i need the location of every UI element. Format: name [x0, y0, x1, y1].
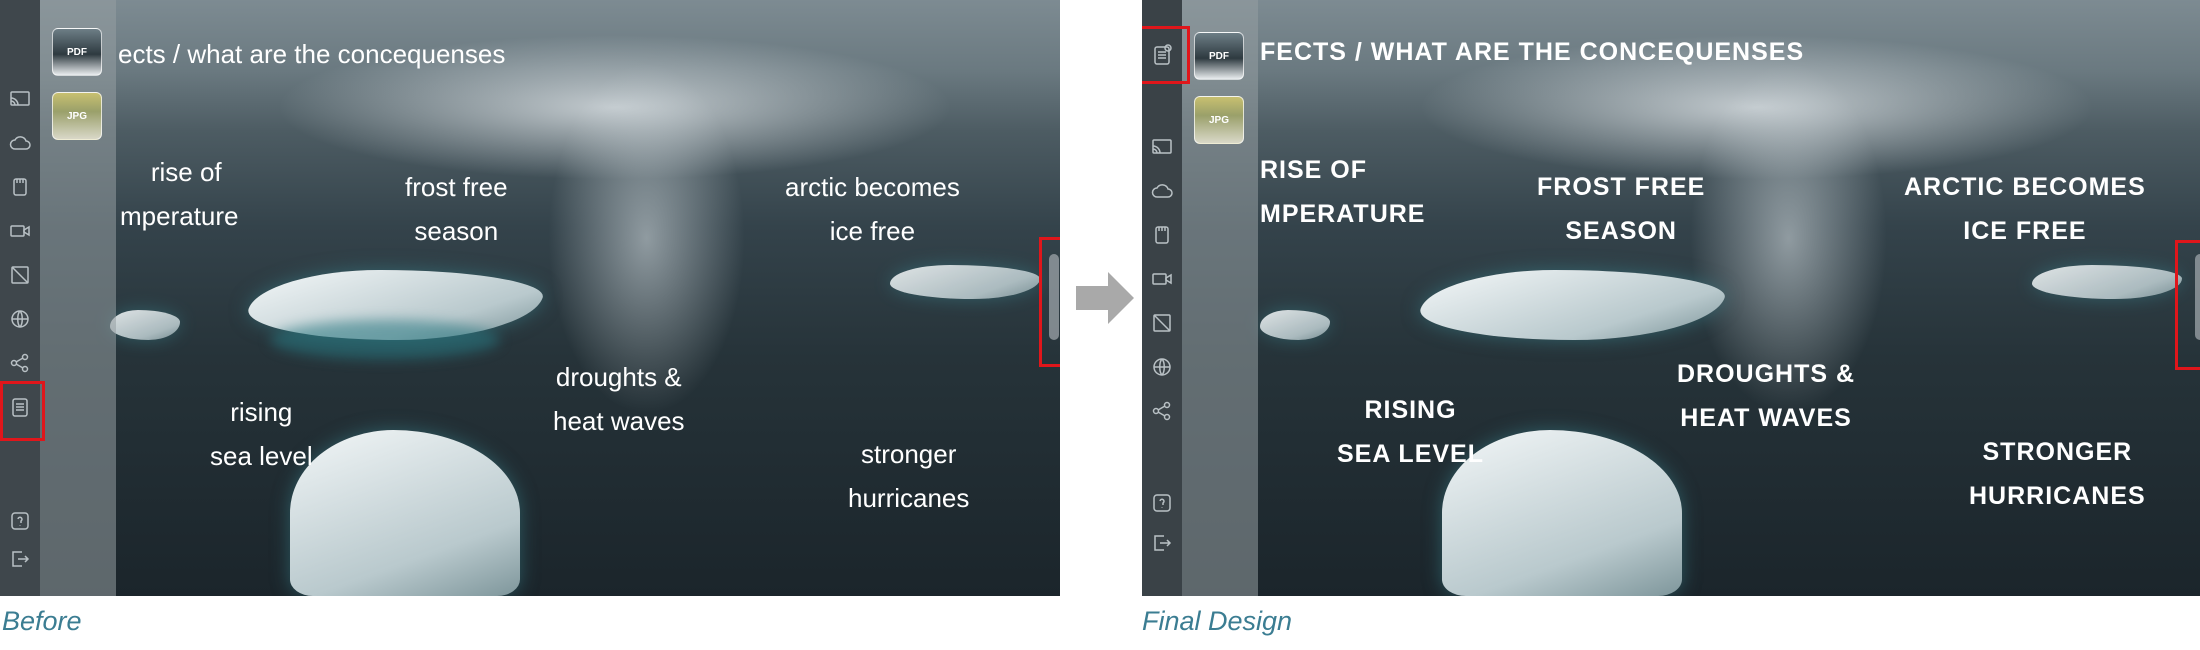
slide-title: ects / what are the concequenses — [118, 39, 506, 69]
jpg-file-thumbnail[interactable]: JPG — [52, 92, 102, 140]
caption-final-design: Final Design — [1142, 606, 1293, 636]
file-column — [40, 0, 116, 596]
pdf-file-thumbnail[interactable]: PDF — [52, 28, 102, 76]
label-droughts-heat-waves: droughts & heat waves — [553, 362, 685, 436]
cast-icon[interactable] — [1151, 136, 1173, 158]
label-stronger-hurricanes: STRONGER HURRICANES — [1969, 438, 2146, 510]
label-stronger-hurricanes: stronger hurricanes — [848, 439, 970, 513]
share-icon[interactable] — [1151, 400, 1173, 422]
label-frost-free-season: FROST FREE SEASON — [1537, 173, 1706, 245]
before-panel: PDF JPG ects / what are the concequenses… — [0, 0, 1060, 596]
storage-icon[interactable] — [1151, 224, 1173, 246]
logout-icon[interactable] — [1151, 532, 1173, 554]
jpg-file-thumbnail[interactable]: JPG — [1194, 96, 1244, 144]
label-arctic-ice-free: ARCTIC BECOMES ICE FREE — [1904, 173, 2146, 245]
caption-before: Before — [2, 606, 82, 636]
slide-title: FECTS / WHAT ARE THE CONCEQUENSES — [1260, 38, 1805, 66]
logout-icon[interactable] — [9, 548, 31, 570]
cloud-icon[interactable] — [9, 132, 31, 154]
video-icon[interactable] — [9, 220, 31, 242]
share-icon[interactable] — [9, 352, 31, 374]
label-rising-sea-level: RISING SEA LEVEL — [1337, 396, 1484, 468]
label-frost-free-season: frost free season — [405, 172, 508, 246]
help-icon[interactable] — [1151, 492, 1173, 514]
highlight-box — [1039, 237, 1060, 367]
label-droughts-heat-waves: DROUGHTS & HEAT WAVES — [1677, 360, 1856, 432]
globe-icon[interactable] — [9, 308, 31, 330]
arrow-right-icon — [1076, 272, 1134, 324]
cloud-icon[interactable] — [1151, 180, 1173, 202]
help-icon[interactable] — [9, 510, 31, 532]
label-arctic-ice-free: arctic becomes ice free — [785, 172, 960, 246]
label-rise-of-temperature: rise of mperature — [120, 157, 239, 231]
no-image-icon[interactable] — [9, 264, 31, 286]
cast-icon[interactable] — [9, 88, 31, 110]
tool-sidebar — [0, 0, 40, 596]
storage-icon[interactable] — [9, 176, 31, 198]
globe-icon[interactable] — [1151, 356, 1173, 378]
pdf-file-thumbnail[interactable]: PDF — [1194, 32, 1244, 80]
label-rise-of-temperature: RISE OF MPERATURE — [1260, 156, 1426, 228]
highlight-box — [0, 381, 45, 441]
tool-sidebar — [1142, 0, 1182, 596]
final-design-panel: PDF JPG FECTS / WHAT ARE THE CONCEQUENSE… — [1142, 0, 2200, 596]
no-image-icon[interactable] — [1151, 312, 1173, 334]
file-column — [1182, 0, 1258, 596]
highlight-box — [2175, 240, 2200, 370]
label-rising-sea-level: rising sea level — [210, 397, 313, 471]
video-icon[interactable] — [1151, 268, 1173, 290]
highlight-box — [1142, 26, 1190, 84]
